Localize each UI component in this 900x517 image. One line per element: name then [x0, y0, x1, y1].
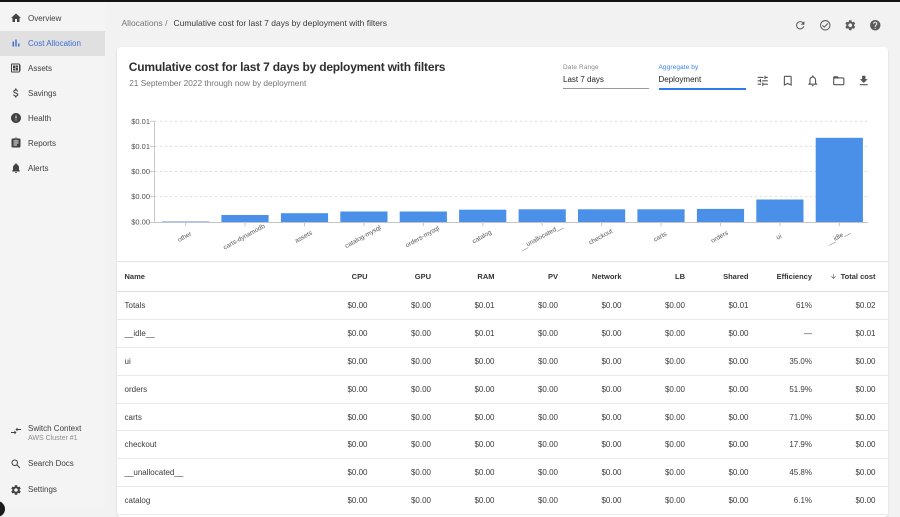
- svg-text:carts-dynamodb: carts-dynamodb: [222, 223, 266, 252]
- svg-text:other: other: [177, 230, 194, 244]
- svg-text:orders: orders: [710, 229, 730, 244]
- svg-text:__idle__: __idle__: [825, 228, 851, 247]
- svg-text:$0.01: $0.01: [131, 142, 150, 151]
- svg-text:checkout: checkout: [588, 228, 614, 247]
- svg-text:catalog-mysql: catalog-mysql: [344, 224, 383, 250]
- svg-text:carts: carts: [652, 230, 668, 243]
- svg-text:$0.00: $0.00: [131, 167, 150, 176]
- svg-text:orders-mysql: orders-mysql: [404, 225, 441, 250]
- svg-text:$0.01: $0.01: [131, 117, 150, 126]
- svg-text:assets: assets: [294, 229, 314, 245]
- svg-text:$0.00: $0.00: [131, 192, 150, 201]
- svg-text:__unallocated__: __unallocated__: [518, 222, 564, 252]
- svg-text:ui: ui: [775, 233, 783, 242]
- svg-text:catalog: catalog: [471, 229, 493, 245]
- svg-text:$0.00: $0.00: [131, 217, 150, 226]
